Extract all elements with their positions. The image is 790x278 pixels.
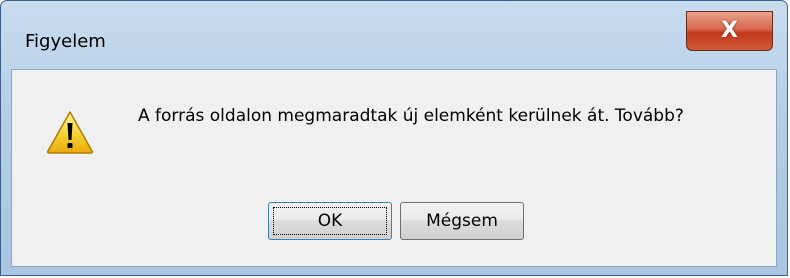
window-title: Figyelem <box>25 31 106 52</box>
close-button[interactable]: X <box>686 11 773 51</box>
dialog-window: Figyelem X A forrás oldalon megmaradtak … <box>0 0 788 276</box>
title-bar[interactable]: Figyelem X <box>1 1 787 69</box>
close-icon: X <box>721 18 738 43</box>
warning-icon <box>46 111 94 154</box>
focus-ring <box>273 207 387 235</box>
cancel-button-label: Mégsem <box>426 211 498 231</box>
button-area: OK Mégsem <box>12 166 776 266</box>
cancel-button[interactable]: Mégsem <box>400 202 524 240</box>
message-area: A forrás oldalon megmaradtak új elemként… <box>12 70 776 166</box>
dialog-message: A forrás oldalon megmaradtak új elemként… <box>138 106 684 126</box>
ok-button[interactable]: OK <box>268 202 392 240</box>
dialog-client-area: A forrás oldalon megmaradtak új elemként… <box>11 69 777 267</box>
